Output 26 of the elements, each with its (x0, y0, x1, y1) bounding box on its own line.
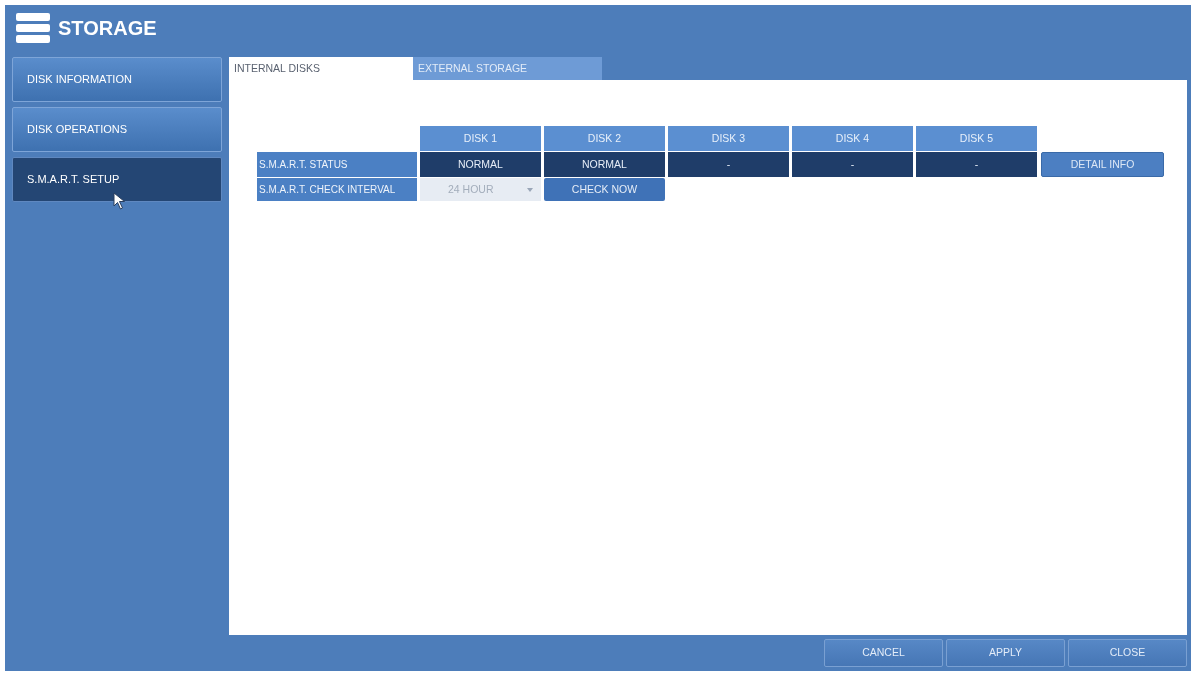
footer-button[interactable]: CLOSE (1068, 639, 1187, 667)
tab[interactable]: EXTERNAL STORAGE (413, 57, 602, 80)
footer-button[interactable]: APPLY (946, 639, 1065, 667)
status-cell: NORMAL (544, 152, 665, 177)
status-cell: NORMAL (420, 152, 541, 177)
status-cell: - (916, 152, 1037, 177)
footer-button[interactable]: CANCEL (824, 639, 943, 667)
row-label: S.M.A.R.T. CHECK INTERVAL (257, 178, 417, 201)
mouse-cursor-icon (113, 192, 127, 210)
column-header: DISK 4 (792, 126, 913, 151)
column-header: DISK 1 (420, 126, 541, 151)
column-header: DISK 3 (668, 126, 789, 151)
column-header: DISK 2 (544, 126, 665, 151)
sidebar-item[interactable]: DISK INFORMATION (12, 57, 222, 102)
detail-info-button[interactable]: DETAIL INFO (1041, 152, 1164, 177)
window-title: STORAGE (58, 15, 157, 41)
sidebar-item[interactable]: S.M.A.R.T. SETUP (12, 157, 222, 202)
tab[interactable]: INTERNAL DISKS (229, 57, 413, 80)
check-now-button[interactable]: CHECK NOW (544, 178, 665, 201)
column-header: DISK 5 (916, 126, 1037, 151)
status-cell: - (668, 152, 789, 177)
row-label: S.M.A.R.T. STATUS (257, 152, 417, 177)
storage-stack-icon (16, 12, 50, 43)
status-cell: - (792, 152, 913, 177)
dropdown-caret-icon (527, 187, 533, 192)
sidebar-item[interactable]: DISK OPERATIONS (12, 107, 222, 152)
